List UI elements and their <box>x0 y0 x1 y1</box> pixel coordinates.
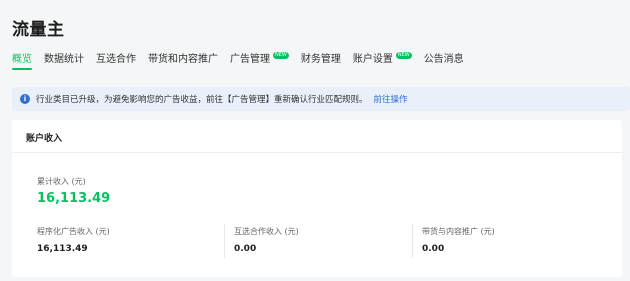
stat-label: 互选合作收入 (元) <box>234 227 299 236</box>
tab-finance[interactable]: 财务管理 <box>301 50 341 72</box>
tab-mutual-selection[interactable]: 互选合作 <box>96 50 136 72</box>
tab-account-settings[interactable]: 账户设置 NEW <box>353 50 412 72</box>
new-badge: NEW <box>395 52 412 59</box>
total-income-value: 16,113.49 <box>37 191 111 206</box>
total-income-label: 累计收入 (元) <box>37 177 86 186</box>
tab-label: 概览 <box>12 54 32 65</box>
stat-commerce-promotion: 带货与内容推广 (元) 0.00 <box>422 226 495 254</box>
tab-overview[interactable]: 概览 <box>12 50 32 72</box>
notice-text: 行业类目已升级，为避免影响您的广告收益，前往【广告管理】重新确认行业匹配规则。 <box>36 95 368 105</box>
divider <box>224 224 225 258</box>
new-badge: NEW <box>273 52 289 59</box>
tab-label: 账户设置 <box>352 54 393 65</box>
tab-ad-management[interactable]: 广告管理 NEW <box>230 50 289 72</box>
tab-label: 带货和内容推广 <box>148 54 218 65</box>
nav-tabs: 概览 数据统计 互选合作 带货和内容推广 广告管理 NEW 财务管理 账户设置 NE… <box>12 50 476 74</box>
stat-value: 16,113.49 <box>37 244 88 254</box>
tab-label: 公告消息 <box>423 54 464 65</box>
tab-label: 广告管理 <box>230 54 270 65</box>
stat-value: 0.00 <box>422 244 445 254</box>
divider <box>412 224 413 258</box>
tab-commerce-promotion[interactable]: 带货和内容推广 <box>148 50 218 72</box>
notice-action-link[interactable]: 前往操作 <box>374 93 408 105</box>
divider <box>12 152 622 153</box>
tab-data-statistics[interactable]: 数据统计 <box>44 50 84 72</box>
stat-value: 0.00 <box>234 244 257 254</box>
info-icon: i <box>20 94 30 104</box>
tab-label: 财务管理 <box>300 54 341 65</box>
stat-programmatic-ads: 程序化广告收入 (元) 16,113.49 <box>37 226 110 254</box>
tab-label: 数据统计 <box>44 54 84 65</box>
page-title: 流量主 <box>12 20 65 40</box>
stat-label: 带货与内容推广 (元) <box>422 227 495 236</box>
account-income-card: 账户收入 累计收入 (元) 16,113.49 程序化广告收入 (元) 16,1… <box>12 120 622 277</box>
tab-label: 互选合作 <box>96 54 136 65</box>
stat-mutual-selection: 互选合作收入 (元) 0.00 <box>234 226 299 254</box>
notice-banner: i 行业类目已升级，为避免影响您的广告收益，前往【广告管理】重新确认行业匹配规则… <box>12 87 630 111</box>
tab-announcements[interactable]: 公告消息 <box>424 50 464 72</box>
stat-label: 程序化广告收入 (元) <box>37 227 110 236</box>
card-title: 账户收入 <box>26 134 63 144</box>
